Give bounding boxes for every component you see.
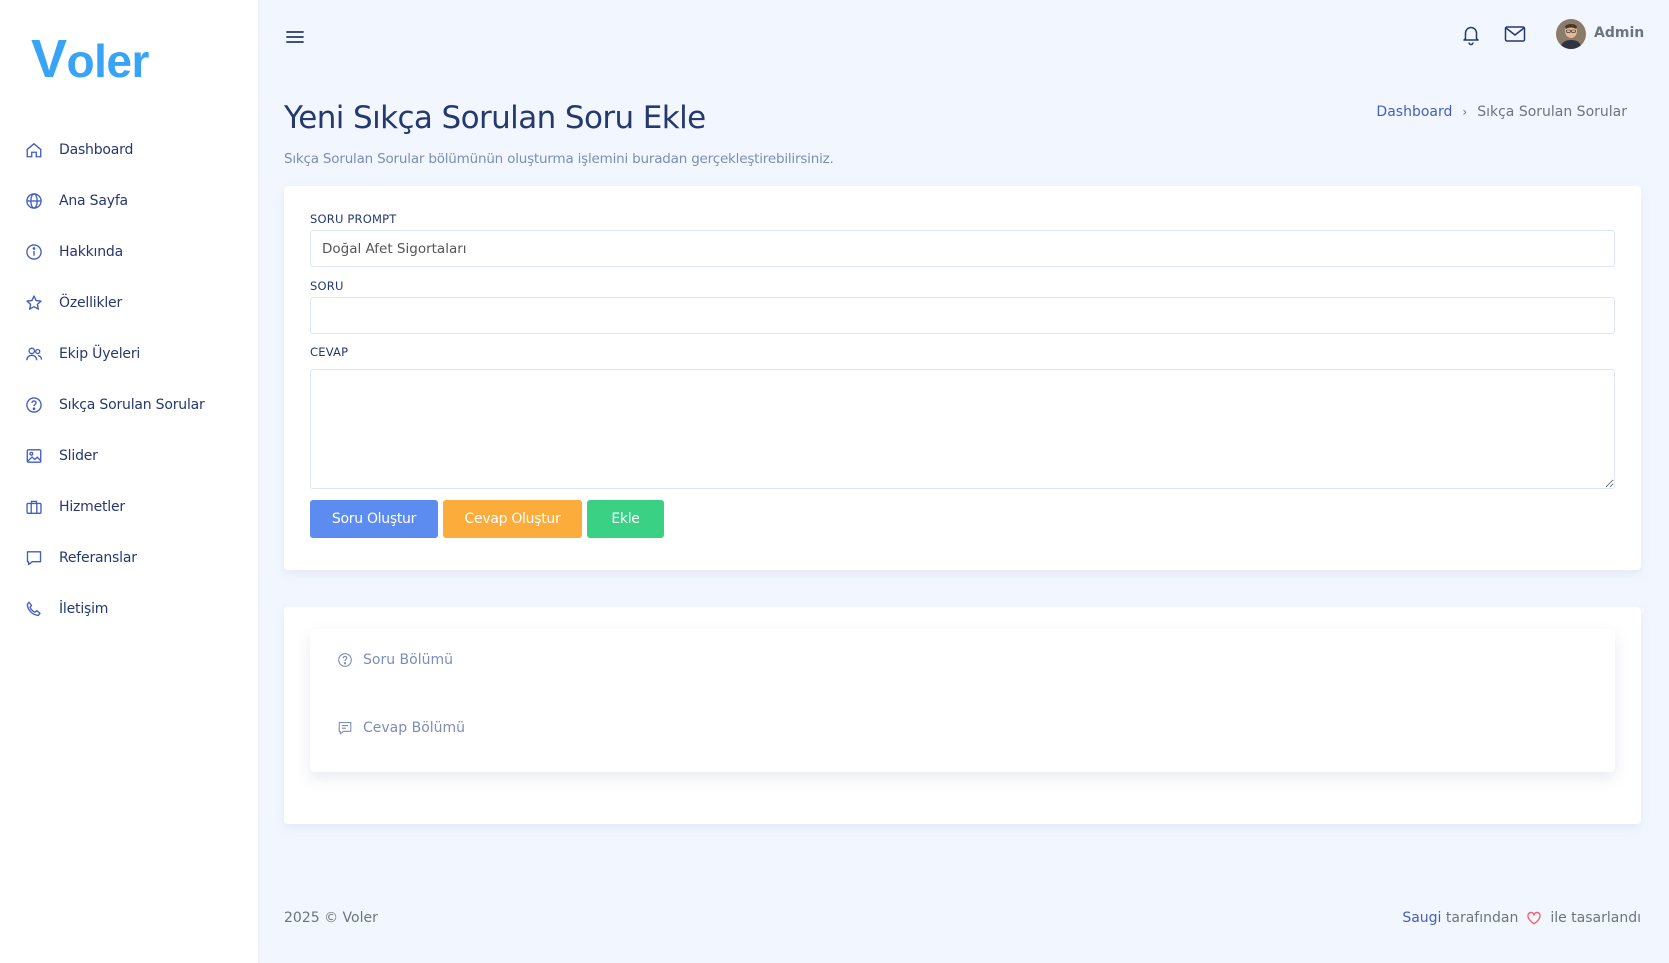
prompt-label: SORU PROMPT: [310, 212, 397, 226]
footer-credit: Saugi tarafından ile tasarlandı: [1402, 910, 1641, 926]
logo-letter: V: [31, 29, 67, 89]
question-input[interactable]: [310, 297, 1615, 334]
sidebar-item-iletisim[interactable]: İletişim: [0, 583, 258, 634]
sidebar-item-slider[interactable]: Slider: [0, 430, 258, 481]
faq-preview-panel: Soru Bölümü Cevap Bölümü: [310, 629, 1615, 772]
breadcrumb: Dashboard › Sıkça Sorulan Sorular: [1376, 104, 1627, 120]
bell-icon[interactable]: [1459, 22, 1483, 46]
house-icon: [26, 142, 42, 157]
telephone-icon: [26, 601, 41, 616]
sidebar-item-ozellikler[interactable]: Özellikler: [0, 277, 258, 328]
sidebar-item-hakkinda[interactable]: Hakkında: [0, 226, 258, 277]
sidebar-item-referanslar[interactable]: Referanslar: [0, 532, 258, 583]
avatar[interactable]: [1556, 19, 1586, 49]
user-name[interactable]: Admin: [1594, 25, 1644, 41]
sidebar-item-label: Ekip Üyeleri: [59, 345, 141, 362]
add-button[interactable]: Ekle: [587, 500, 664, 538]
sidebar-item-label: Ana Sayfa: [59, 192, 128, 209]
brand-logo[interactable]: Voler: [31, 32, 149, 86]
faq-form-card: SORU PROMPT SORU CEVAP Soru Oluştur Ceva…: [284, 186, 1641, 570]
sidebar-item-hizmetler[interactable]: Hizmetler: [0, 481, 258, 532]
answer-textarea[interactable]: [310, 369, 1615, 489]
sidebar-item-label: Slider: [59, 447, 98, 464]
generate-question-button[interactable]: Soru Oluştur: [310, 500, 438, 538]
answer-section-label: Cevap Bölümü: [363, 720, 466, 736]
sidebar-item-label: İletişim: [59, 600, 109, 617]
sidebar: Voler Dashboard Ana Sayfa Hakkında Özell…: [0, 0, 258, 963]
question-label: SORU: [310, 279, 344, 293]
chat-square-icon: [26, 550, 42, 565]
mail-icon[interactable]: [1503, 22, 1527, 46]
briefcase-icon: [26, 500, 42, 514]
sidebar-item-ekip-uyeleri[interactable]: Ekip Üyeleri: [0, 328, 258, 379]
footer-designed-text: ile tasarlandı: [1550, 910, 1641, 926]
footer-copyright: 2025 © Voler: [284, 910, 378, 926]
breadcrumb-current: Sıkça Sorulan Sorular: [1477, 104, 1627, 120]
generate-answer-button[interactable]: Cevap Oluştur: [443, 500, 582, 538]
footer-author-link[interactable]: Saugi: [1402, 910, 1441, 926]
faq-preview-card: Soru Bölümü Cevap Bölümü: [284, 607, 1641, 824]
answer-label: CEVAP: [310, 345, 349, 359]
answer-section-row[interactable]: Cevap Bölümü: [337, 720, 465, 736]
page-subtitle: Sıkça Sorulan Sorular bölümünün oluşturm…: [284, 151, 834, 167]
sidebar-item-sss[interactable]: Sıkça Sorulan Sorular: [0, 379, 258, 430]
logo-text: oler: [66, 35, 150, 87]
footer-by-text: tarafından: [1445, 910, 1519, 926]
info-circle-icon: [26, 243, 42, 260]
image-icon: [26, 448, 42, 463]
sidebar-menu: Dashboard Ana Sayfa Hakkında Özellikler …: [0, 124, 258, 634]
sidebar-item-label: Hizmetler: [59, 498, 125, 515]
question-section-label: Soru Bölümü: [363, 652, 453, 668]
sidebar-item-label: Özellikler: [59, 294, 123, 311]
chevron-right-icon: ›: [1462, 105, 1468, 119]
question-circle-icon: [338, 653, 352, 667]
sidebar-item-label: Dashboard: [59, 141, 134, 158]
star-icon: [26, 294, 42, 310]
breadcrumb-home-link[interactable]: Dashboard: [1376, 104, 1452, 120]
globe-icon: [26, 192, 42, 209]
chat-text-icon: [338, 721, 352, 735]
page-title: Yeni Sıkça Sorulan Soru Ekle: [284, 100, 706, 136]
hamburger-menu-icon[interactable]: [283, 25, 307, 49]
sidebar-item-dashboard[interactable]: Dashboard: [0, 124, 258, 175]
heart-icon: [1527, 911, 1542, 925]
people-icon: [26, 346, 43, 360]
prompt-input[interactable]: [310, 230, 1615, 267]
sidebar-item-label: Referanslar: [59, 549, 137, 566]
sidebar-item-label: Sıkça Sorulan Sorular: [59, 396, 205, 413]
question-section-row[interactable]: Soru Bölümü: [337, 652, 453, 668]
sidebar-item-ana-sayfa[interactable]: Ana Sayfa: [0, 175, 258, 226]
question-circle-icon: [26, 396, 42, 413]
sidebar-item-label: Hakkında: [59, 243, 123, 260]
